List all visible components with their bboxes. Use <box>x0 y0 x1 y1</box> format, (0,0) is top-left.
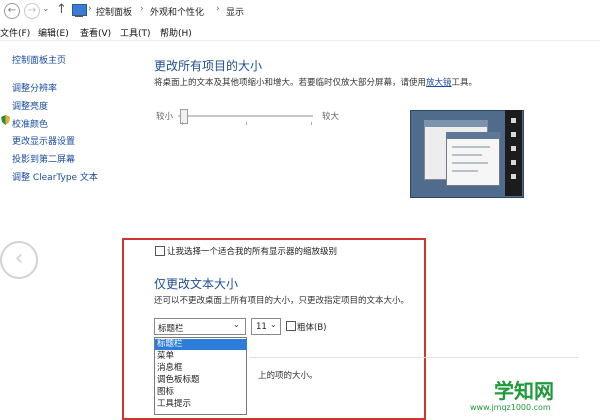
shield-icon <box>1 115 10 125</box>
slider-label-smaller: 较小 <box>156 112 174 122</box>
film-hole <box>511 160 516 165</box>
custom-scaling-checkbox[interactable] <box>155 246 165 256</box>
divider <box>249 357 579 358</box>
chevron-down-icon[interactable]: ⌄ <box>233 320 240 329</box>
film-hole <box>511 146 516 151</box>
forward-arrow-icon[interactable]: → <box>24 3 40 19</box>
sidebar-calibrate-color[interactable]: 校准颜色 <box>12 117 48 130</box>
dropdown-option-menu[interactable]: 菜单 <box>155 351 247 362</box>
preview-text-line <box>452 170 478 172</box>
sidebar-project-second-screen[interactable]: 投影到第二屏幕 <box>12 152 75 165</box>
preview-window-front <box>446 132 500 186</box>
breadcrumb-separator: › <box>216 4 220 14</box>
menu-help[interactable]: 帮助(H) <box>160 26 192 39</box>
breadcrumb-separator: › <box>88 4 92 14</box>
dropdown-option-message-box[interactable]: 消息框 <box>155 363 247 374</box>
sidebar-control-panel-home[interactable]: 控制面板主页 <box>12 53 66 66</box>
menu-file[interactable]: 文件(F) <box>0 26 30 39</box>
bold-checkbox[interactable] <box>286 321 296 331</box>
breadcrumb-display[interactable]: 显示 <box>226 5 244 18</box>
film-hole <box>511 174 516 179</box>
bold-checkbox-label[interactable]: 粗体(B) <box>297 321 326 333</box>
page-title: 更改所有项目的大小 <box>154 59 263 73</box>
sidebar-adjust-brightness[interactable]: 调整亮度 <box>12 99 48 112</box>
preview-text-line <box>452 154 482 156</box>
film-hole <box>511 132 516 137</box>
preview-text-line <box>452 146 490 148</box>
slider-label-larger: 较大 <box>322 112 340 122</box>
item-select-value[interactable]: 标题栏 <box>158 322 184 334</box>
sidebar-adjust-cleartype[interactable]: 调整 ClearType 文本 <box>12 170 98 183</box>
slider-tick <box>246 122 247 125</box>
section-title: 仅更改文本大小 <box>154 277 239 291</box>
dropdown-option-icon[interactable]: 图标 <box>155 387 247 398</box>
size-slider-track[interactable] <box>178 115 313 117</box>
preview-filmstrip <box>505 110 522 196</box>
chevron-down-icon[interactable]: ⌄ <box>270 320 277 329</box>
back-arrow-icon[interactable]: ← <box>4 3 20 19</box>
section-description: 还可以不更改桌面上所有项目的大小，只更改指定项目的文本大小。 <box>154 296 410 306</box>
dropdown-option-tooltip[interactable]: 工具提示 <box>155 399 247 410</box>
watermark-logo-text: 学知网 <box>494 379 554 403</box>
preview-window-front-titlebar <box>446 132 499 139</box>
sidebar-adjust-resolution[interactable]: 调整分辨率 <box>12 81 57 94</box>
slider-tick <box>182 122 183 125</box>
film-hole <box>511 118 516 123</box>
description-text: 将桌面上的文本及其他项缩小和增大。若要临时仅放大部分屏幕，请使用 <box>154 78 427 88</box>
obscured-description-text: 上的项的大小。 <box>258 371 318 381</box>
sidebar-change-display-settings[interactable]: 更改显示器设置 <box>12 134 75 147</box>
custom-scaling-checkbox-label[interactable]: 让我选择一个适合我的所有显示器的缩放级别 <box>167 245 337 257</box>
recent-pages-chevron-icon[interactable]: ⌄ <box>42 4 50 14</box>
back-circle-arrow-icon: ‹ <box>0 241 38 279</box>
menu-view[interactable]: 查看(V) <box>80 26 111 39</box>
menu-tools[interactable]: 工具(T) <box>120 26 151 39</box>
page-description: 将桌面上的文本及其他项缩小和增大。若要临时仅放大部分屏幕，请使用放大镜工具。 <box>154 76 477 88</box>
breadcrumb-separator: › <box>140 4 144 14</box>
breadcrumb-control-panel[interactable]: 控制面板 <box>96 5 132 18</box>
font-size-select-value[interactable]: 11 <box>256 322 267 332</box>
breadcrumb-appearance[interactable]: 外观和个性化 <box>150 5 204 18</box>
computer-icon-stand <box>75 15 83 17</box>
up-arrow-icon[interactable]: ↑ <box>56 2 67 17</box>
preview-text-line <box>452 162 488 164</box>
description-text-end: 工具。 <box>451 78 478 88</box>
slider-tick <box>311 122 312 125</box>
magnifier-link[interactable]: 放大镜 <box>426 78 452 88</box>
dropdown-option-titlebar[interactable]: 标题栏 <box>155 339 247 350</box>
watermark-url: www.jmqz1000.com <box>470 403 551 412</box>
preview-window-back-titlebar <box>424 120 487 127</box>
menu-edit[interactable]: 编辑(E) <box>38 26 69 39</box>
dropdown-option-palette-title[interactable]: 调色板标题 <box>155 375 247 386</box>
